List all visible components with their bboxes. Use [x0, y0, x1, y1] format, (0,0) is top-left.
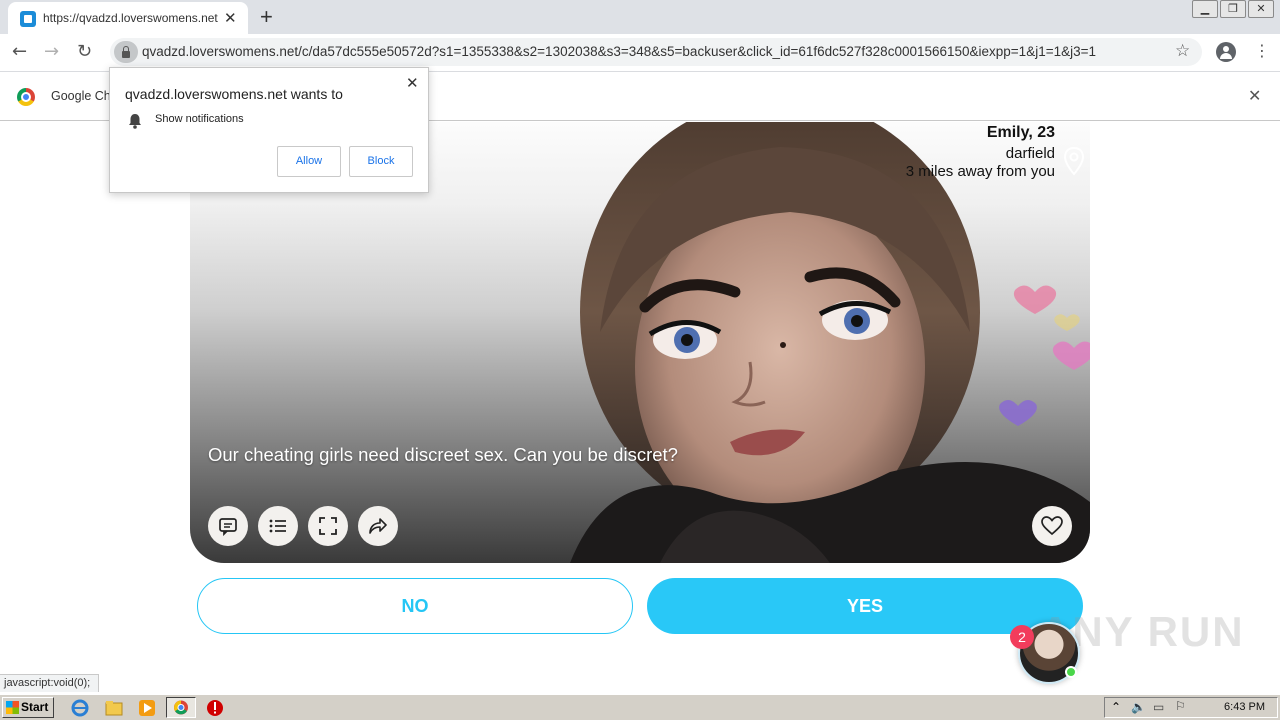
tab-close-icon[interactable]: ✕ — [224, 9, 237, 27]
share-button[interactable] — [358, 506, 398, 546]
bell-icon — [129, 114, 141, 129]
account-icon[interactable] — [1216, 42, 1236, 62]
file-explorer-icon[interactable] — [104, 698, 124, 718]
minimize-button[interactable]: ▁ — [1192, 0, 1218, 18]
start-label: Start — [21, 700, 49, 714]
new-tab-button[interactable]: + — [260, 4, 273, 30]
popup-title: qvadzd.loverswomens.net wants to — [125, 86, 343, 102]
windows-logo-icon — [6, 701, 19, 714]
chrome-logo-icon — [17, 88, 35, 106]
chat-button[interactable] — [208, 506, 248, 546]
reload-icon[interactable]: ↻ — [77, 41, 92, 62]
chat-bubble-icon — [219, 518, 237, 536]
network-icon[interactable]: ▭ — [1153, 700, 1164, 714]
like-button[interactable] — [1032, 506, 1072, 546]
heart-icon — [1041, 516, 1063, 536]
permission-text: Show notifications — [155, 113, 244, 125]
status-bubble: javascript:void(0); — [0, 674, 99, 692]
back-arrow-icon[interactable]: ← — [12, 41, 27, 62]
forward-arrow-icon[interactable]: → — [44, 41, 59, 62]
infobar-close-icon[interactable]: ✕ — [1248, 86, 1261, 105]
allow-button[interactable]: Allow — [277, 146, 341, 177]
media-player-icon[interactable] — [137, 698, 157, 718]
window-controls: ▁ ❐ ✕ — [1192, 0, 1274, 18]
profile-distance: 3 miles away from you — [905, 163, 1055, 180]
profile-tagline: Our cheating girls need discreet sex. Ca… — [208, 444, 678, 465]
bookmark-star-icon[interactable]: ☆ — [1175, 41, 1190, 61]
warning-app-icon[interactable] — [205, 698, 225, 718]
kebab-menu-icon[interactable]: ⋮ — [1254, 41, 1270, 60]
flag-icon[interactable]: ⚐ — [1175, 699, 1186, 713]
restore-button[interactable]: ❐ — [1220, 0, 1246, 18]
browser-toolbar: ← → ↻ qvadzd.loverswomens.net/c/da57dc55… — [0, 34, 1280, 71]
page-content: Emily, 23 darfield 3 miles away from you… — [0, 122, 1280, 692]
notification-permission-popup: qvadzd.loverswomens.net wants to ✕ Show … — [109, 67, 429, 193]
profile-name: Emily, 23 — [986, 124, 1055, 141]
browser-tab-strip: https://qvadzd.loverswomens.net/c ✕ + ▁ … — [0, 0, 1280, 34]
online-status-dot — [1065, 666, 1077, 678]
volume-icon[interactable]: 🔈 — [1131, 700, 1146, 714]
internet-explorer-icon[interactable] — [70, 698, 90, 718]
lock-icon[interactable] — [114, 41, 138, 63]
system-tray: ⌃ 🔈 ▭ ⚐ 6:43 PM — [1104, 697, 1278, 718]
tab-title: https://qvadzd.loverswomens.net/c — [43, 11, 218, 25]
block-button[interactable]: Block — [349, 146, 413, 177]
browser-tab[interactable]: https://qvadzd.loverswomens.net/c ✕ — [8, 2, 248, 34]
fullscreen-button[interactable] — [308, 506, 348, 546]
site-favicon-icon — [20, 11, 36, 27]
fullscreen-icon — [319, 517, 337, 535]
chrome-taskbar-button[interactable] — [166, 697, 196, 718]
unread-badge: 2 — [1010, 625, 1034, 649]
list-button[interactable] — [258, 506, 298, 546]
start-button[interactable]: Start — [2, 697, 54, 718]
share-arrow-icon — [369, 518, 387, 534]
tray-expand-icon[interactable]: ⌃ — [1111, 700, 1121, 714]
list-icon — [269, 519, 286, 533]
no-button[interactable]: NO — [197, 578, 633, 634]
address-bar[interactable]: qvadzd.loverswomens.net/c/da57dc555e5057… — [110, 38, 1202, 66]
infobar-text: Google Ch — [51, 89, 111, 103]
popup-close-icon[interactable]: ✕ — [406, 74, 419, 92]
windows-taskbar: Start ⌃ 🔈 ▭ ⚐ 6:43 PM — [0, 694, 1280, 720]
url-text[interactable]: qvadzd.loverswomens.net/c/da57dc555e5057… — [142, 44, 1152, 59]
location-pin-icon — [1063, 146, 1085, 176]
profile-city: darfield — [1005, 145, 1055, 162]
close-window-button[interactable]: ✕ — [1248, 0, 1274, 18]
taskbar-clock: 6:43 PM — [1224, 701, 1265, 713]
